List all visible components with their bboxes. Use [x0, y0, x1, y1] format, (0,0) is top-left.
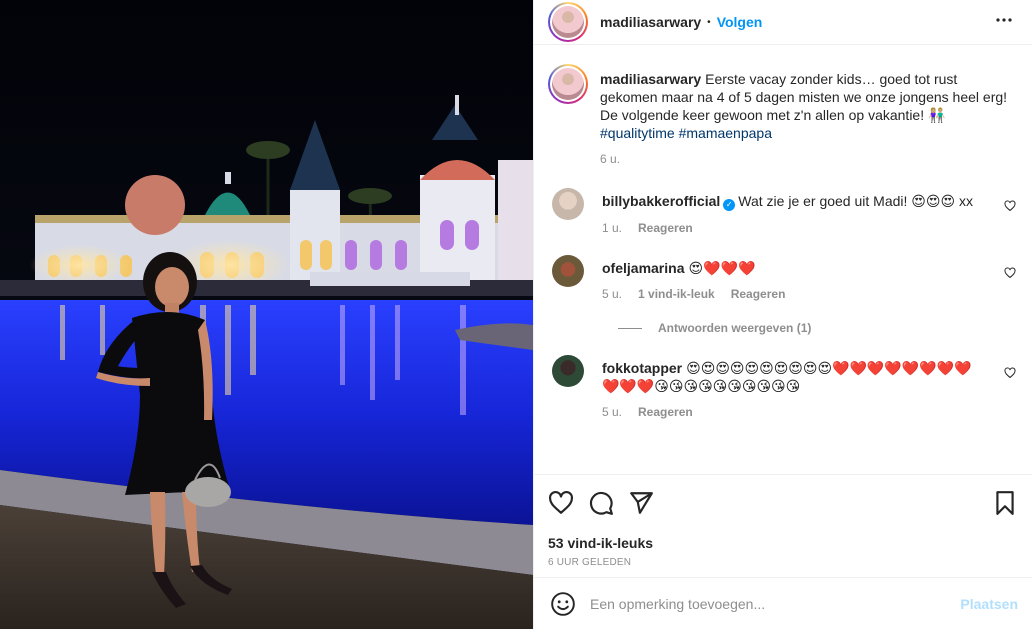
- commenter-avatar[interactable]: [552, 255, 584, 287]
- follow-button[interactable]: Volgen: [717, 14, 763, 30]
- comment-text: Wat zie je er goed uit Madi! 😍😍😍 xx: [738, 193, 973, 209]
- heart-icon[interactable]: [1004, 200, 1016, 212]
- caption-hashtags[interactable]: #qualitytime #mamaenpapa: [600, 125, 772, 141]
- comment-username[interactable]: ofeljamarina: [602, 260, 684, 276]
- comment-icon[interactable]: [588, 490, 614, 516]
- heart-icon[interactable]: [1004, 367, 1016, 379]
- author-avatar[interactable]: [548, 2, 588, 42]
- post-sidebar: madiliasarwary • Volgen madiliasarwary Ee…: [533, 0, 1032, 629]
- emoji-icon[interactable]: [550, 591, 576, 617]
- comment-text: 😍❤️❤️❤️: [688, 260, 756, 276]
- verified-icon: ✓: [723, 199, 736, 211]
- caption: madiliasarwary Eerste vacay zonder kids… …: [548, 64, 1018, 166]
- post-actions: 53 vind-ik-leuks 6 UUR GELEDEN: [534, 474, 1032, 568]
- comment-time[interactable]: 5 u.: [602, 405, 622, 419]
- comment-item: billybakkerofficial ✓ Wat zie je er goed u…: [552, 188, 1018, 235]
- post-comment-button[interactable]: Plaatsen: [960, 596, 1018, 612]
- bookmark-icon[interactable]: [992, 490, 1018, 516]
- comment-likes[interactable]: 1 vind-ik-leuk: [638, 287, 715, 301]
- like-heart-icon[interactable]: [548, 490, 574, 516]
- comment-item: fokkotapper 😍😍😍😍😍😍😍😍😍😍❤️❤️❤️❤️❤️❤️❤️❤️❤️❤…: [552, 355, 1018, 419]
- post-header: madiliasarwary • Volgen: [534, 0, 1032, 45]
- author-username[interactable]: madiliasarwary: [600, 14, 701, 30]
- heart-icon[interactable]: [1004, 267, 1016, 279]
- replies-divider: [618, 327, 642, 329]
- reply-button[interactable]: Reageren: [731, 287, 786, 301]
- caption-time[interactable]: 6 u.: [600, 152, 620, 166]
- reply-button[interactable]: Reageren: [638, 221, 693, 235]
- more-options-icon[interactable]: [992, 8, 1016, 37]
- add-comment-bar: Plaatsen: [534, 577, 1032, 629]
- comment-time[interactable]: 1 u.: [602, 221, 622, 235]
- view-replies-button[interactable]: Antwoorden weergeven (1): [618, 321, 1018, 335]
- comment-item: ofeljamarina 😍❤️❤️❤️ 5 u. 1 vind-ik-leuk …: [552, 255, 1018, 301]
- comment-username[interactable]: fokkotapper: [602, 360, 682, 376]
- likes-count[interactable]: 53 vind-ik-leuks: [548, 535, 1018, 551]
- commenter-avatar[interactable]: [552, 188, 584, 220]
- caption-username[interactable]: madiliasarwary: [600, 71, 701, 87]
- comments-list[interactable]: madiliasarwary Eerste vacay zonder kids… …: [534, 46, 1032, 474]
- caption-avatar[interactable]: [548, 64, 588, 104]
- post-image: [0, 0, 533, 629]
- comment-input[interactable]: [590, 595, 961, 612]
- post-photo[interactable]: [0, 0, 533, 629]
- post-time[interactable]: 6 UUR GELEDEN: [548, 557, 1018, 568]
- separator-dot: •: [707, 16, 711, 28]
- comment-time[interactable]: 5 u.: [602, 287, 622, 301]
- commenter-avatar[interactable]: [552, 355, 584, 387]
- view-replies-label: Antwoorden weergeven (1): [658, 321, 812, 335]
- comment-username[interactable]: billybakkerofficial: [602, 193, 720, 209]
- reply-button[interactable]: Reageren: [638, 405, 693, 419]
- share-icon[interactable]: [628, 490, 654, 516]
